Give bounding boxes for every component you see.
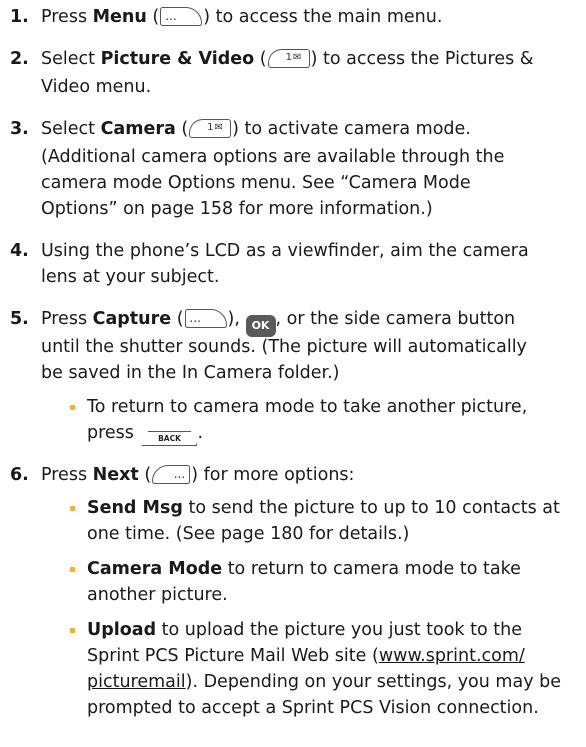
step-5-text-line3: be saved in the In Camera folder.) (41, 363, 340, 383)
bullet-icon (70, 628, 75, 633)
step-number: 4. (10, 241, 29, 261)
capture-softkey-icon: ... (184, 309, 227, 328)
camera-key-icon: 1✉ (189, 119, 232, 138)
step-5-text-line2: until the shutter sounds. (The picture w… (41, 337, 527, 357)
back-key-icon: BACK (141, 431, 198, 446)
step-4-text: Using the phone’s LCD as a viewfinder, a… (41, 241, 529, 261)
step-number: 2. (10, 49, 29, 69)
step-3-extra-2: camera mode Options menu. See “Camera Mo… (41, 173, 471, 193)
ok-key-icon: OK (245, 315, 276, 337)
menu-label: Menu (92, 7, 147, 27)
step-1-text: Press Menu (...) to access the main menu… (41, 7, 443, 27)
camera-mode-line2: another picture. (87, 585, 228, 605)
bullet-icon (70, 567, 75, 572)
picturemail-link-cont[interactable]: picturemail (87, 672, 186, 692)
picturemail-link[interactable]: www.sprint.com/ (379, 646, 525, 666)
step-3-extra-1: (Additional camera options are available… (41, 147, 505, 167)
upload-line2: Sprint PCS Picture Mail Web site (www.sp… (87, 646, 525, 666)
step-number: 5. (10, 309, 29, 329)
send-msg-line2: one time. (See page 180 for details.) (87, 524, 410, 544)
step-2-text: Select Picture & Video (1✉) to access th… (41, 49, 534, 69)
menu-softkey-icon: ... (160, 7, 203, 26)
picture-key-icon: 1✉ (267, 49, 310, 68)
send-msg-line1: Send Msg to send the picture to up to 10… (87, 498, 560, 518)
picture-video-label: Picture & Video (100, 49, 255, 69)
step-5-text: Press Capture (...), OK, or the side cam… (41, 308, 515, 337)
step-5-sub-line1: To return to camera mode to take another… (87, 397, 528, 417)
step-number: 6. (10, 465, 29, 485)
step-6-text: Press Next (...) for more options: (41, 465, 355, 485)
bullet-icon (70, 506, 75, 511)
next-label: Next (92, 465, 139, 485)
step-number: 3. (10, 119, 29, 139)
upload-line3: picturemail). Depending on your settings… (87, 672, 561, 692)
step-2-text-line2: Video menu. (41, 77, 152, 97)
step-5-sub-line2: press BACK. (87, 422, 203, 446)
camera-label: Camera (100, 119, 176, 139)
step-number: 1. (10, 7, 29, 27)
upload-line1: Upload to upload the picture you just to… (87, 620, 522, 640)
upload-line4: prompted to accept a Sprint PCS Vision c… (87, 698, 539, 718)
step-3-text: Select Camera (1✉) to activate camera mo… (41, 119, 471, 139)
camera-mode-line1: Camera Mode to return to camera mode to … (87, 559, 521, 579)
capture-label: Capture (92, 309, 172, 329)
bullet-icon (70, 405, 75, 410)
next-softkey-icon: ... (152, 465, 191, 484)
step-4-text-line2: lens at your subject. (41, 267, 220, 287)
step-3-extra-3: Options” on page 158 for more informatio… (41, 199, 433, 219)
